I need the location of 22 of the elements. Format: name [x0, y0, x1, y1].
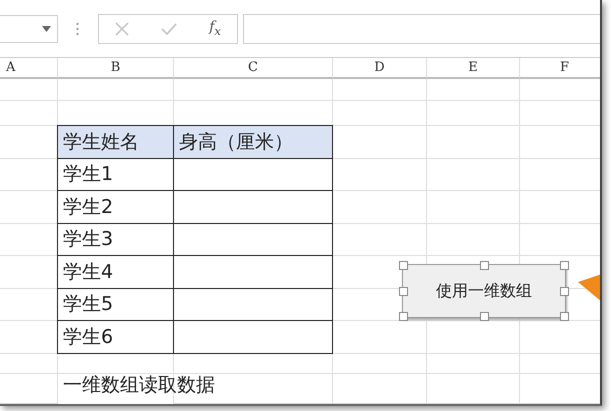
- column-header[interactable]: F: [520, 58, 600, 79]
- check-icon[interactable]: [161, 22, 178, 36]
- table-cell: 学生6: [57, 320, 174, 354]
- insert-function-button[interactable]: f$_{x}$: [209, 19, 221, 38]
- column-header[interactable]: B: [58, 58, 174, 79]
- arrow-icon: [578, 274, 600, 302]
- grip-icon: [76, 22, 79, 36]
- table-header-cell: 学生姓名: [57, 125, 174, 158]
- dropdown-icon[interactable]: [42, 26, 51, 32]
- caption-text: 一维数组读取数据: [63, 374, 215, 396]
- column-header[interactable]: E: [427, 58, 520, 79]
- cancel-icon[interactable]: [115, 22, 130, 36]
- grid-cell: [0, 79, 58, 101]
- grid-cell: [0, 101, 58, 126]
- column-header[interactable]: A: [0, 58, 58, 79]
- column-header[interactable]: D: [333, 58, 427, 79]
- table-header-cell: 身高（厘米）: [173, 125, 333, 158]
- column-header[interactable]: C: [174, 58, 333, 79]
- formula-input[interactable]: [243, 14, 600, 44]
- grid-cell: [0, 374, 58, 404]
- grid-cell: [0, 354, 58, 374]
- macro-button[interactable]: 使用一维数组: [402, 264, 566, 318]
